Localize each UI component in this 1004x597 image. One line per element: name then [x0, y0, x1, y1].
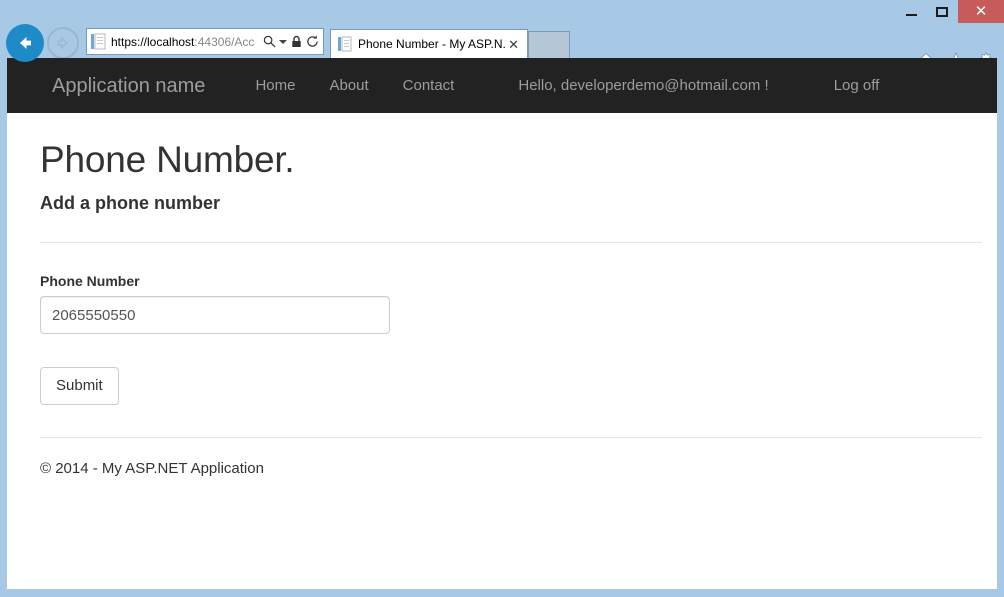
user-navigation: Hello, developerdemo@hotmail.com ! Log o…	[518, 78, 896, 93]
close-window-button[interactable]: ✕	[958, 0, 1004, 23]
forward-arrow-icon	[55, 35, 71, 51]
page-subtitle: Add a phone number	[40, 193, 971, 215]
minimize-icon	[906, 14, 917, 16]
chevron-down-icon[interactable]	[277, 32, 288, 52]
nav-link-contact[interactable]: Contact	[386, 78, 472, 93]
refresh-icon[interactable]	[304, 32, 320, 52]
submit-button[interactable]: Submit	[40, 367, 119, 405]
title-divider	[40, 242, 982, 243]
close-icon: ✕	[975, 4, 988, 19]
nav-link-home[interactable]: Home	[238, 78, 312, 93]
page-body: Phone Number. Add a phone number Phone N…	[7, 140, 997, 477]
phone-number-form: Phone Number Submit	[40, 273, 971, 405]
page-title: Phone Number.	[40, 140, 971, 181]
new-tab-button[interactable]	[528, 31, 570, 58]
maximize-icon	[936, 7, 948, 17]
main-navigation: Home About Contact	[238, 78, 471, 93]
browser-window: ✕ https://l	[0, 0, 1004, 597]
page-favicon-icon	[91, 33, 106, 50]
forward-button[interactable]	[47, 27, 79, 59]
navbar-brand[interactable]: Application name	[52, 76, 205, 96]
address-bar[interactable]: https://localhost:44306/Acc	[86, 28, 324, 55]
tab-strip: Phone Number - My ASP.N... ✕	[330, 28, 570, 58]
lock-icon	[288, 32, 304, 52]
title-bar: ✕	[0, 0, 1004, 24]
footer-divider	[40, 437, 982, 438]
minimize-button[interactable]	[896, 0, 926, 23]
browser-navigation-bar: https://localhost:44306/Acc	[0, 24, 1004, 58]
url-path: :44306/Acc	[194, 35, 254, 49]
maximize-button[interactable]	[926, 0, 958, 23]
search-icon[interactable]	[261, 32, 277, 52]
page-viewport: Application name Home About Contact Hell…	[7, 58, 997, 589]
content-container: Phone Number. Add a phone number Phone N…	[33, 140, 971, 477]
url-host: https://localhost	[111, 35, 194, 49]
back-button[interactable]	[6, 24, 44, 62]
footer-copyright: © 2014 - My ASP.NET Application	[40, 460, 971, 477]
back-arrow-icon	[15, 33, 35, 53]
browser-tab-active[interactable]: Phone Number - My ASP.N... ✕	[330, 29, 528, 58]
user-greeting[interactable]: Hello, developerdemo@hotmail.com !	[518, 78, 768, 93]
window-controls: ✕	[896, 0, 1004, 24]
phone-number-label: Phone Number	[40, 273, 971, 289]
site-navbar: Application name Home About Contact Hell…	[7, 58, 997, 113]
phone-number-input[interactable]	[40, 296, 390, 334]
address-bar-url: https://localhost:44306/Acc	[111, 35, 261, 49]
log-off-link[interactable]: Log off	[817, 78, 897, 93]
nav-link-about[interactable]: About	[312, 78, 385, 93]
tab-close-icon[interactable]: ✕	[506, 38, 521, 51]
tab-favicon-icon	[338, 36, 352, 52]
tab-title: Phone Number - My ASP.N...	[358, 37, 506, 51]
